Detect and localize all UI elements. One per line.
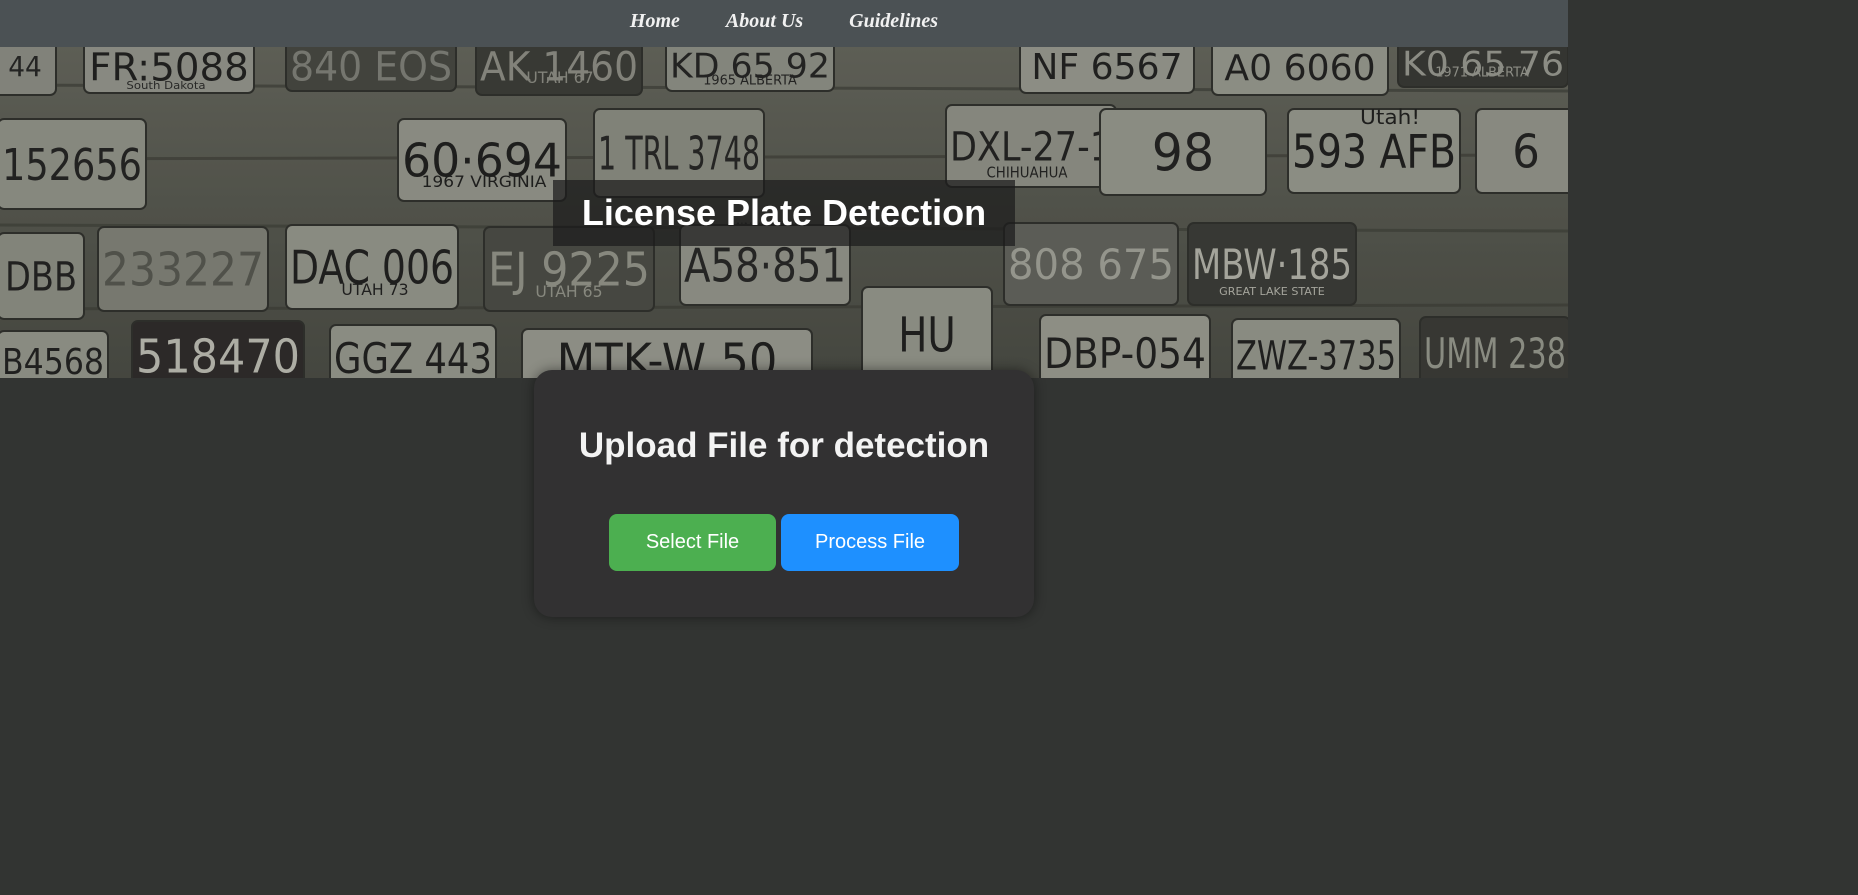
- upload-card: Upload File for detection Select File Pr…: [534, 370, 1034, 617]
- top-navbar: Home About Us Guidelines: [0, 0, 1568, 47]
- select-file-button[interactable]: Select File: [609, 514, 776, 571]
- hero-banner: 44FR:5088South Dakota840 EOSAK 1460UTAH …: [0, 47, 1568, 378]
- upload-title: Upload File for detection: [578, 426, 990, 465]
- hero-title: License Plate Detection: [581, 192, 987, 233]
- process-file-button[interactable]: Process File: [781, 514, 959, 571]
- nav-home-link[interactable]: Home: [630, 10, 680, 33]
- hero-title-box: License Plate Detection: [553, 180, 1015, 246]
- nav-about-us-link[interactable]: About Us: [726, 10, 803, 33]
- nav-guidelines-link[interactable]: Guidelines: [849, 10, 938, 33]
